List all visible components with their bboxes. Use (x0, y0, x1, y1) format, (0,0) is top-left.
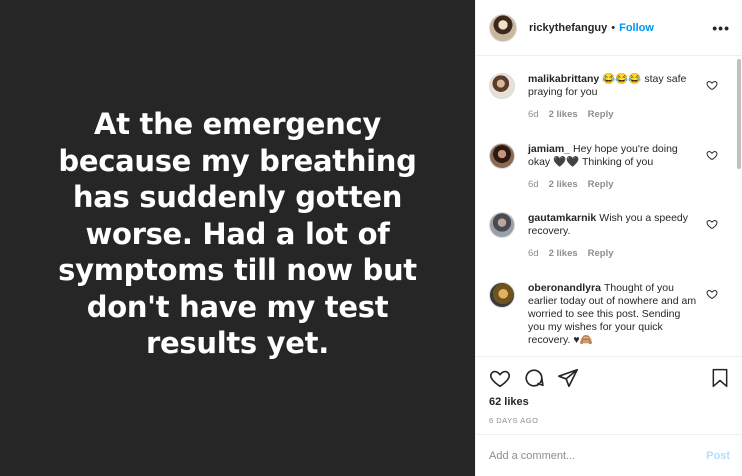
separator-dot: • (611, 21, 616, 34)
post-comment-button[interactable]: Post (706, 450, 730, 462)
heart-icon[interactable] (706, 149, 718, 161)
post-username[interactable]: rickythefanguy (529, 22, 607, 34)
post-text: At the emergency because my breathing ha… (58, 107, 417, 361)
comment-username[interactable]: gautamkarnik (528, 212, 596, 224)
comment-age[interactable]: 6d (528, 108, 539, 121)
bookmark-icon[interactable] (710, 367, 730, 389)
comment-username[interactable]: jamiam_ (528, 143, 570, 155)
commenter-avatar[interactable] (489, 212, 515, 238)
post-timestamp[interactable]: 6 DAYS AGO (489, 416, 538, 425)
commenter-avatar[interactable] (489, 282, 515, 308)
comment-likes[interactable]: 2 likes (549, 178, 578, 191)
heart-icon[interactable] (706, 79, 718, 91)
avatar[interactable] (489, 13, 517, 42)
comment-likes[interactable]: 2 likes (549, 108, 578, 121)
heart-icon[interactable] (706, 218, 718, 230)
comment-username[interactable]: oberonandlyra (528, 282, 601, 294)
heart-icon[interactable] (706, 288, 718, 300)
post-image: At the emergency because my breathing ha… (0, 0, 475, 476)
reply-button[interactable]: Reply (588, 178, 614, 191)
follow-button[interactable]: Follow (619, 22, 654, 34)
comment-item: oberonandlyra Thought of you earlier toda… (489, 282, 730, 347)
commenter-avatar[interactable] (489, 73, 515, 99)
reply-button[interactable]: Reply (588, 108, 614, 121)
comment-item: malikabrittany 😂😂😂 stay safe praying for … (489, 73, 730, 121)
heart-icon[interactable] (489, 367, 511, 389)
scrollbar[interactable] (737, 59, 741, 169)
comment-input[interactable] (489, 449, 707, 462)
comment-item: gautamkarnik Wish you a speedy recovery. … (489, 212, 730, 260)
more-options-icon[interactable]: ••• (712, 20, 730, 36)
post-actions (489, 366, 730, 390)
comment-icon[interactable] (523, 367, 545, 389)
likes-count[interactable]: 62 likes (489, 396, 529, 408)
comment-likes[interactable]: 2 likes (549, 247, 578, 260)
add-comment-bar: Post (476, 434, 742, 476)
comment-item: jamiam_ Hey hope you're doing okay 🖤🖤 Thi… (489, 143, 730, 191)
comment-username[interactable]: malikabrittany (528, 73, 599, 85)
reply-button[interactable]: Reply (588, 247, 614, 260)
comments-list[interactable]: malikabrittany 😂😂😂 stay safe praying for … (476, 57, 742, 357)
comment-age[interactable]: 6d (528, 247, 539, 260)
commenter-avatar[interactable] (489, 143, 515, 169)
post-header: rickythefanguy • Follow ••• (476, 0, 742, 56)
share-icon[interactable] (557, 367, 579, 389)
comment-age[interactable]: 6d (528, 178, 539, 191)
post-side-panel: rickythefanguy • Follow ••• malikabritta… (475, 0, 742, 476)
